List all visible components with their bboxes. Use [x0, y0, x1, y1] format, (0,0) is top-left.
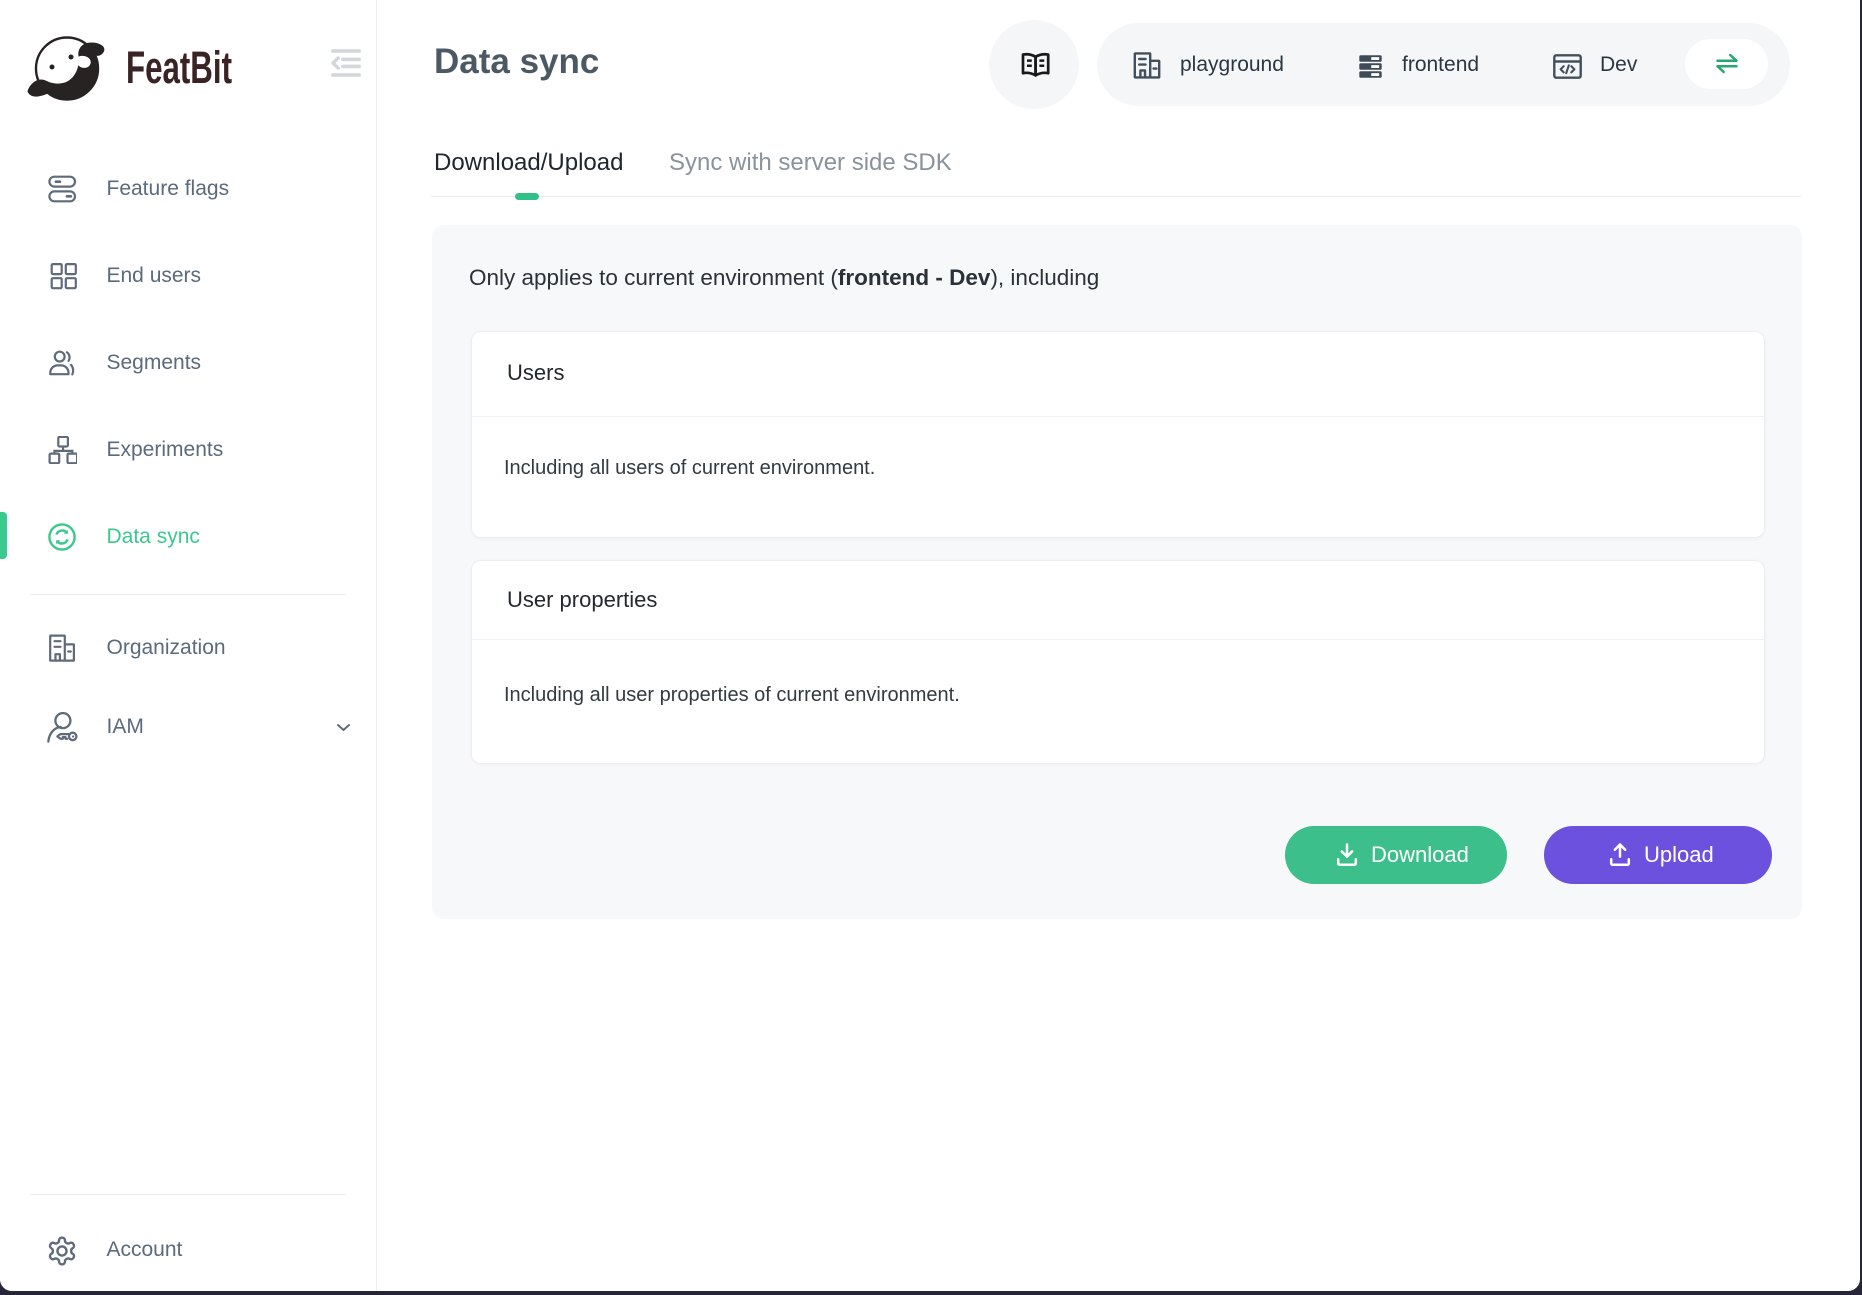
svg-text:FeatBit: FeatBit [126, 44, 232, 92]
